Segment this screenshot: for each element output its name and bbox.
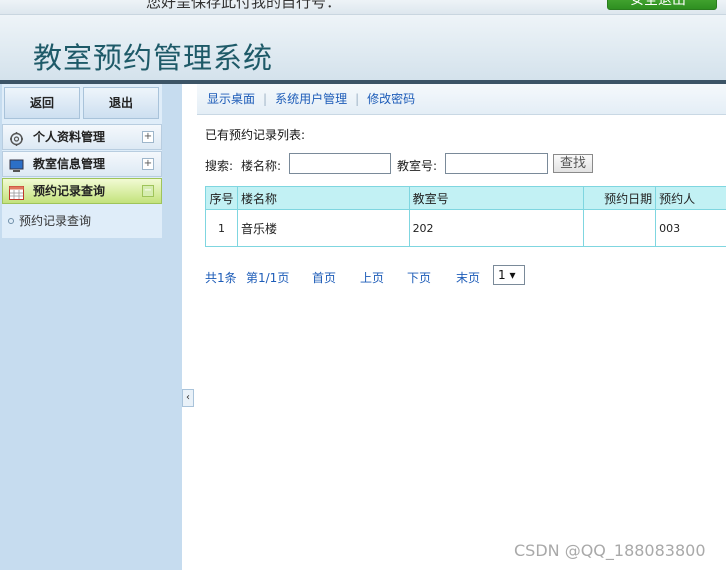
sidebar-item-label: 预约记录查询 — [33, 184, 106, 198]
table-icon — [9, 184, 24, 200]
top-strip: 您好呈保存此付我的自行号： 安全退出 — [0, 0, 726, 14]
pager-total: 共1条 — [205, 271, 237, 285]
expand-icon[interactable]: + — [142, 131, 154, 143]
cell-date — [583, 209, 657, 247]
nav-separator: | — [355, 92, 360, 106]
sidebar-buttons: 返回 退出 — [2, 87, 162, 121]
back-button[interactable]: 返回 — [4, 87, 80, 119]
table-header-row: 序号 楼名称 教室号 预约日期 预约人 — [205, 186, 726, 210]
sidebar-item-label: 个人资料管理 — [33, 130, 106, 144]
page-select[interactable]: 1 ▾ — [493, 265, 525, 285]
gear-icon — [9, 130, 24, 146]
sidebar-subitem-label: 预约记录查询 — [19, 214, 92, 228]
column-header-person: 预约人 — [655, 186, 726, 210]
pager-prev-link[interactable]: 上页 — [360, 269, 384, 286]
search-label: 搜索: — [205, 159, 234, 173]
building-label: 楼名称: — [241, 159, 282, 173]
top-nav: 显示桌面 | 系统用户管理 | 修改密码 — [197, 84, 726, 115]
nav-link-change-password[interactable]: 修改密码 — [367, 92, 415, 106]
monitor-icon — [9, 157, 24, 172]
sidebar-panel: 返回 退出 个人资料管理 + 教室信息管理 + 预约记录查询 − 预约记录查询 — [2, 84, 162, 238]
column-header-no: 序号 — [205, 186, 238, 210]
sidebar-subitem-records-query[interactable]: 预约记录查询 — [2, 210, 162, 232]
room-label: 教室号: — [397, 159, 438, 173]
sidebar-item-classroom[interactable]: 教室信息管理 + — [2, 151, 162, 177]
building-input[interactable] — [289, 153, 391, 174]
column-header-building: 楼名称 — [236, 186, 410, 210]
nav-link-desktop[interactable]: 显示桌面 — [207, 92, 255, 106]
nav-link-user-management[interactable]: 系统用户管理 — [275, 92, 347, 106]
search-row: 搜索: 楼名称: 教室号: 查找 — [205, 153, 726, 177]
records-table: 序号 楼名称 教室号 预约日期 预约人 1 音乐楼 202 003 — [205, 186, 726, 247]
pager-last-link[interactable]: 末页 — [456, 269, 480, 286]
column-header-date: 预约日期 — [583, 186, 657, 210]
cell-person: 003 — [655, 209, 726, 247]
logout-button[interactable]: 退出 — [83, 87, 159, 119]
sidebar-item-profile[interactable]: 个人资料管理 + — [2, 124, 162, 150]
app-title: 教室预约管理系统 — [33, 41, 274, 75]
bullet-icon — [8, 217, 14, 224]
room-input[interactable] — [445, 153, 548, 174]
cell-room: 202 — [408, 209, 585, 247]
list-caption: 已有预约记录列表: — [205, 128, 306, 142]
watermark-text: CSDN @QQ_188083800 — [514, 541, 706, 560]
app-header: 教室预约管理系统 — [0, 14, 726, 80]
sidebar-item-label: 教室信息管理 — [33, 157, 106, 171]
pager-page: 第1/1页 — [246, 271, 290, 285]
cell-building: 音乐楼 — [236, 209, 410, 247]
sidebar-item-records[interactable]: 预约记录查询 − — [2, 178, 162, 204]
find-button[interactable]: 查找 — [553, 154, 593, 173]
sidebar: 返回 退出 个人资料管理 + 教室信息管理 + 预约记录查询 − 预约记录查询 — [0, 84, 182, 570]
column-header-room: 教室号 — [408, 186, 585, 210]
collapse-sidebar-handle[interactable]: ‹ — [182, 389, 194, 407]
safe-exit-button[interactable]: 安全退出 — [607, 0, 717, 10]
main-content: 显示桌面 | 系统用户管理 | 修改密码 已有预约记录列表: 搜索: 楼名称: 教室号:… — [197, 84, 726, 570]
nav-separator: | — [263, 92, 268, 106]
pager-next-link[interactable]: 下页 — [407, 269, 431, 286]
pager-first-link[interactable]: 首页 — [312, 269, 336, 286]
table-row[interactable]: 1 音乐楼 202 003 — [205, 209, 726, 247]
welcome-text: 您好呈保存此付我的自行号： — [146, 0, 342, 11]
expand-icon[interactable]: + — [142, 158, 154, 170]
cell-no: 1 — [205, 209, 238, 247]
collapse-icon[interactable]: − — [142, 185, 154, 197]
